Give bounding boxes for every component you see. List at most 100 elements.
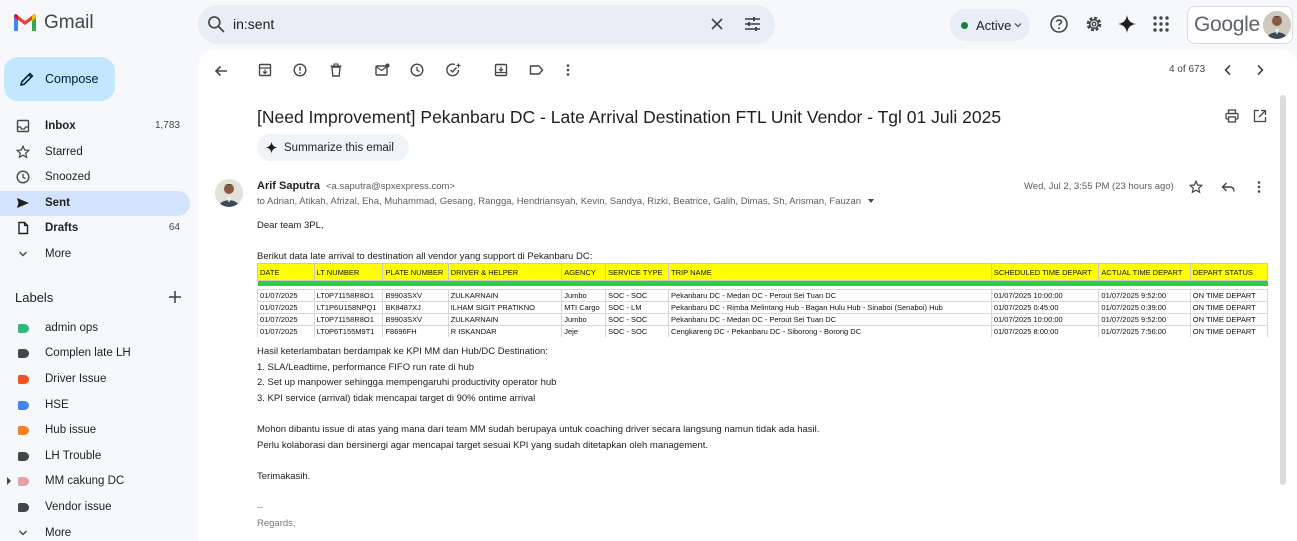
label-item[interactable]: Driver Issue [0,367,190,392]
label-item[interactable]: HSE [0,393,190,418]
label-item[interactable]: Complen late LH [0,341,190,366]
status-label: Active [976,18,1012,33]
search-input[interactable]: in:sent [233,16,274,32]
table-cell: R ISKANDAR [447,325,563,337]
labels-more[interactable]: More [0,521,190,541]
move-to-icon[interactable] [494,63,508,77]
table-cell: 01/07/2025 0:45:00 [990,301,1100,314]
table-header-cell: DRIVER & HELPER [447,263,563,281]
archive-icon[interactable] [258,63,272,77]
regards-line: Regards, [257,518,296,529]
gemini-sparkle-icon[interactable] [1117,14,1137,34]
recipient-list[interactable]: to Adrian, Atikah, Afrizal, Eha, Muhamma… [257,196,875,207]
back-arrow-icon[interactable] [213,63,229,79]
summarize-email-button[interactable]: Summarize this email [257,134,409,161]
account-switcher[interactable]: Google [1187,6,1293,44]
table-cell: ON TIME DEPART [1189,325,1268,337]
mark-unread-icon[interactable] [375,63,390,77]
scrollbar-thumb[interactable] [1280,95,1286,485]
recipients-text: to Adrian, Atikah, Afrizal, Eha, Muhamma… [257,196,862,207]
sidebar-item-more[interactable]: More [0,242,190,267]
signature-separator: -- [257,502,264,513]
help-icon[interactable] [1049,14,1069,34]
table-cell: Pekanbaru DC - Rimba Melintang Hub - Bag… [668,301,992,314]
more-options-icon[interactable] [565,63,571,77]
snooze-clock-icon[interactable] [410,63,424,77]
sidebar-item-sent[interactable]: Sent [0,191,190,216]
table-cell: SOC - LM [605,301,670,314]
email-greeting: Dear team 3PL, [257,220,324,231]
expand-caret-icon[interactable] [7,477,11,485]
compose-label: Compose [45,72,99,86]
sidebar-item-starred[interactable]: Starred [0,140,190,165]
label-item[interactable]: admin ops [0,316,190,341]
table-cell: ZULKARNAIN [447,289,563,302]
thanks-line: Terimakasih. [257,471,311,482]
older-chevron-left-icon[interactable] [1222,63,1234,77]
table-cell: Jeje [561,325,607,337]
sidebar-item-inbox[interactable]: Inbox 1,783 [0,114,190,139]
pencil-icon [19,72,34,87]
clear-search-icon[interactable] [709,16,725,32]
table-header-cell: DEPART STATUS [1189,263,1268,281]
label-item[interactable]: LH Trouble [0,444,190,469]
add-label-icon[interactable] [168,290,182,304]
gmail-logo[interactable]: Gmail [12,12,94,34]
sidebar-item-count: 64 [168,222,180,233]
table-cell: ON TIME DEPART [1189,289,1268,302]
label-item[interactable]: MM cakung DC [0,469,190,494]
impact-item-2: 2. Set up manpower sehingga mempengaruhi… [257,377,557,388]
settings-gear-icon[interactable] [1084,14,1104,34]
sidebar-item-count: 1,783 [154,120,180,131]
print-icon[interactable] [1225,109,1239,123]
label-name: LH Trouble [45,450,102,462]
message-more-icon[interactable] [1256,180,1262,194]
sparkle-icon [265,141,278,154]
delete-trash-icon[interactable] [329,63,343,77]
label-item[interactable]: Hub issue [0,418,190,443]
labels-heading: Labels [15,290,54,305]
star-icon[interactable] [1189,180,1203,194]
newer-chevron-right-icon[interactable] [1254,63,1266,77]
table-cell: 01/07/2025 [257,313,315,326]
reply-icon[interactable] [1221,180,1235,194]
add-to-tasks-icon[interactable] [446,63,461,77]
table-cell: 01/07/2025 9:52:00 [1098,313,1191,326]
status-selector[interactable]: Active [950,9,1030,41]
closing-line-2: Perlu kolaborasi dan bersinergi agar men… [257,440,709,451]
star-icon [16,145,30,159]
show-details-caret-icon[interactable] [867,198,875,204]
compose-button[interactable]: Compose [4,57,115,101]
label-tag-icon[interactable] [529,63,544,77]
search-bar[interactable]: in:sent [198,5,775,44]
table-cell: ZULKARNAIN [447,313,563,326]
table-cell: SOC - SOC [605,289,670,302]
table-cell: LT0P6T155M9T1 [313,325,384,337]
status-dot [961,22,968,29]
table-cell: F8696FH [382,325,449,337]
table-header-cell: AGENCY [561,263,607,281]
apps-grid-icon[interactable] [1151,14,1171,34]
table-header-cell: PLATE NUMBER [382,263,449,281]
impact-title: Hasil keterlambatan berdampak ke KPI MM … [257,346,548,357]
sender-avatar[interactable] [215,179,243,207]
google-wordmark: Google [1194,13,1260,36]
label-item[interactable]: Vendor issue [0,495,190,520]
send-icon [16,196,30,210]
label-name: Hub issue [45,424,97,436]
table-cell: LT0P71158R8O1 [313,289,384,302]
label-name: Complen late LH [45,347,131,359]
sidebar-item-snoozed[interactable]: Snoozed [0,165,190,190]
table-body: 01/07/2025 LT0P71158R8O1 B9903SXV ZULKARNAI… [257,280,1268,337]
sender-name[interactable]: Arif Saputra [257,180,320,192]
open-new-window-icon[interactable] [1253,109,1267,123]
late-arrival-table-container[interactable]: DATE LT NUMBER PLATE NUMBER DRIVER & HELPER… [257,263,1268,337]
user-avatar[interactable] [1263,11,1291,39]
table-cell: 01/07/2025 7:56:00 [1098,325,1191,337]
report-spam-icon[interactable] [293,63,307,77]
search-icon[interactable] [206,14,226,34]
chevron-down-icon [16,526,30,540]
sidebar-item-drafts[interactable]: Drafts 64 [0,216,190,241]
search-options-icon[interactable] [744,16,761,32]
label-tag-icon [18,349,29,358]
